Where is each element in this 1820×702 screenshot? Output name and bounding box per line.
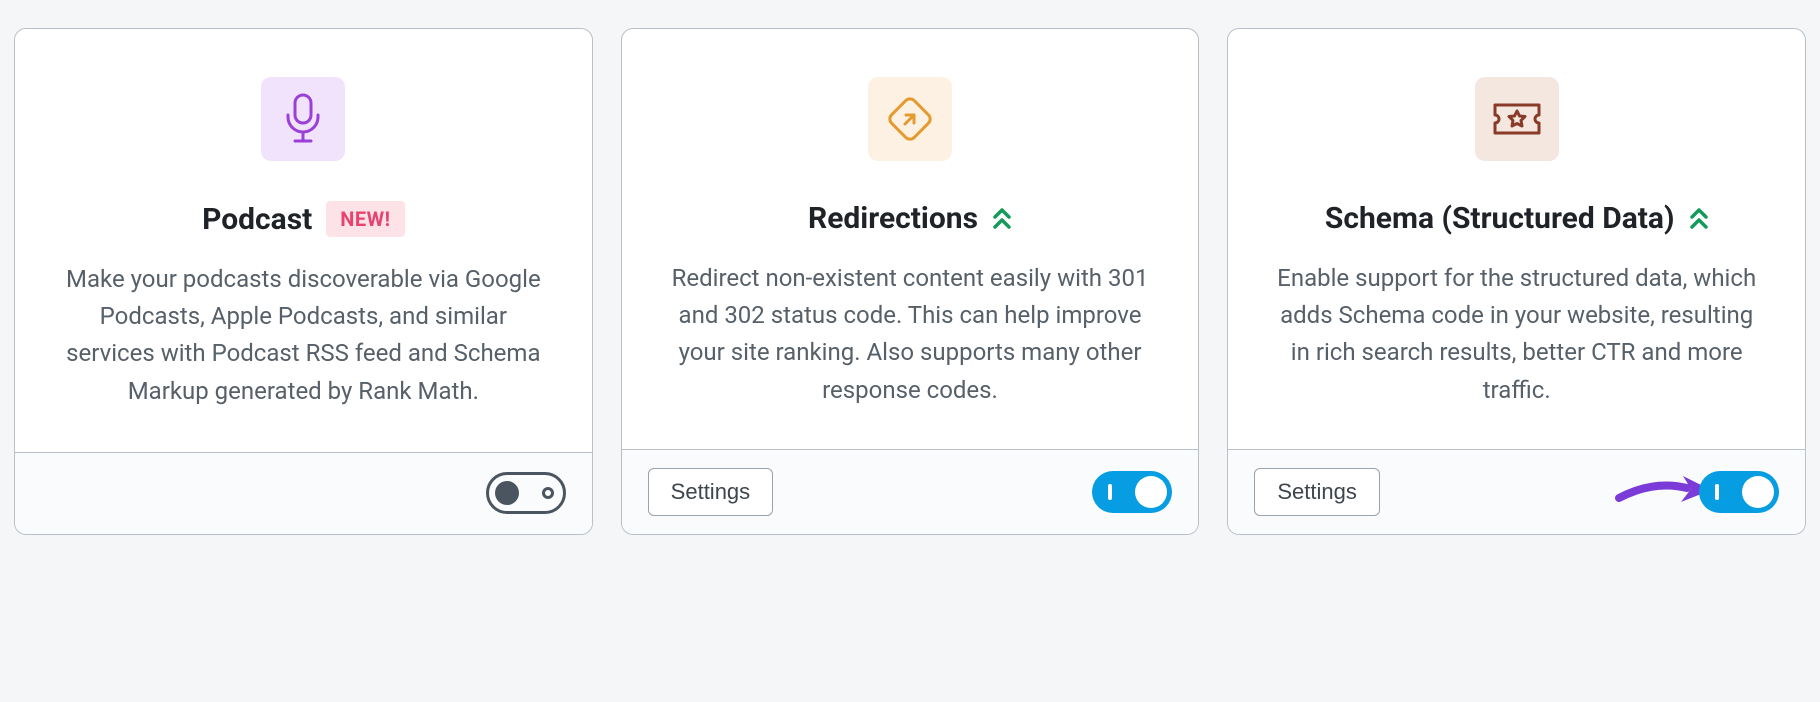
chevron-double-up-icon	[1689, 207, 1709, 231]
card-body: Schema (Structured Data) Enable support …	[1228, 29, 1805, 449]
mic-icon	[261, 77, 345, 161]
module-toggle[interactable]	[486, 472, 566, 514]
card-description: Make your podcasts discoverable via Goog…	[55, 261, 552, 410]
card-redirections: Redirections Redirect non-existent conte…	[621, 28, 1200, 535]
card-podcast: Podcast NEW! Make your podcasts discover…	[14, 28, 593, 535]
redirect-icon	[868, 77, 952, 161]
chevron-double-up-icon	[992, 207, 1012, 231]
card-schema: Schema (Structured Data) Enable support …	[1227, 28, 1806, 535]
card-body: Podcast NEW! Make your podcasts discover…	[15, 29, 592, 452]
module-toggle[interactable]	[1092, 471, 1172, 513]
card-description: Enable support for the structured data, …	[1268, 260, 1765, 409]
card-body: Redirections Redirect non-existent conte…	[622, 29, 1199, 449]
new-badge: NEW!	[326, 201, 404, 237]
card-footer	[15, 452, 592, 534]
card-footer: Settings	[1228, 449, 1805, 534]
card-title-row: Redirections	[808, 201, 1012, 236]
card-title-row: Schema (Structured Data)	[1325, 201, 1709, 236]
settings-button[interactable]: Settings	[1254, 468, 1380, 516]
arrow-annotation-icon	[1613, 470, 1713, 514]
card-title: Schema (Structured Data)	[1325, 201, 1675, 236]
module-cards-row: Podcast NEW! Make your podcasts discover…	[14, 28, 1806, 535]
card-footer: Settings	[622, 449, 1199, 534]
card-title-row: Podcast NEW!	[202, 201, 405, 237]
module-toggle[interactable]	[1699, 471, 1779, 513]
ticket-icon	[1475, 77, 1559, 161]
card-description: Redirect non-existent content easily wit…	[662, 260, 1159, 409]
card-title: Podcast	[202, 202, 312, 237]
settings-button[interactable]: Settings	[648, 468, 774, 516]
card-title: Redirections	[808, 201, 978, 236]
